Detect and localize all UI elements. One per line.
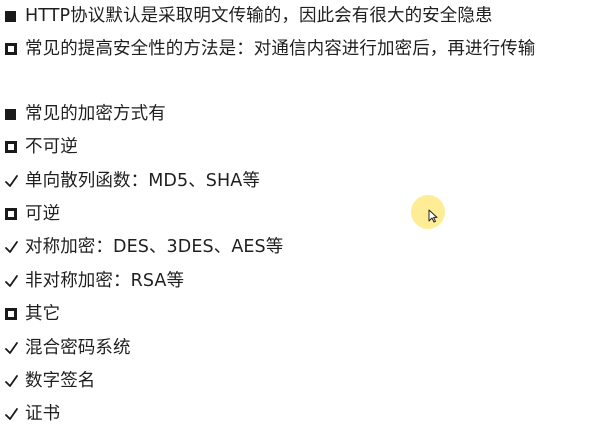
bullet-line-hybrid: 混合密码系统	[4, 335, 131, 361]
bullet-line-other: 其它	[4, 301, 60, 327]
line-text: HTTP协议默认是采取明文传输的，因此会有很大的安全隐患	[25, 6, 493, 26]
checkmark-icon	[4, 273, 19, 289]
bullet-line-certificate: 证书	[4, 401, 60, 427]
hollow-square-bullet-icon	[5, 308, 17, 320]
line-text: 不可逆	[25, 137, 78, 157]
bullet-line-improve-security: 常见的提高安全性的方法是：对通信内容进行加密后，再进行传输	[4, 36, 535, 62]
checkmark-icon	[4, 340, 19, 356]
line-text: 数字签名	[25, 371, 96, 391]
bullet-line-asymmetric: 非对称加密：RSA等	[4, 268, 184, 294]
line-text: 其它	[25, 304, 61, 324]
line-text: 常见的提高安全性的方法是：对通信内容进行加密后，再进行传输	[25, 39, 536, 59]
line-text: 混合密码系统	[25, 338, 131, 358]
bullet-line-hash-functions: 单向散列函数：MD5、SHA等	[4, 168, 260, 194]
line-text: 证书	[25, 404, 61, 424]
hollow-square-bullet-icon	[5, 43, 17, 55]
checkmark-icon	[4, 173, 19, 189]
bullet-line-reversible: 可逆	[4, 201, 60, 227]
bullet-line-irreversible: 不可逆	[4, 134, 78, 160]
hollow-square-bullet-icon	[5, 141, 17, 153]
bullet-line-http-plaintext: HTTP协议默认是采取明文传输的，因此会有很大的安全隐患	[4, 3, 493, 29]
checkmark-icon	[4, 239, 19, 255]
line-text: 可逆	[25, 204, 61, 224]
checkmark-icon	[4, 373, 19, 389]
checkmark-icon	[4, 406, 19, 422]
line-text: 非对称加密：RSA等	[25, 271, 185, 291]
slide-canvas: HTTP协议默认是采取明文传输的，因此会有很大的安全隐患 常见的提高安全性的方法…	[0, 0, 603, 431]
filled-square-bullet-icon	[5, 10, 16, 22]
bullet-line-digital-signature: 数字签名	[4, 368, 95, 394]
filled-square-bullet-icon	[5, 108, 16, 120]
hollow-square-bullet-icon	[5, 208, 17, 220]
line-text: 单向散列函数：MD5、SHA等	[25, 171, 260, 191]
bullet-line-symmetric: 对称加密：DES、3DES、AES等	[4, 234, 283, 260]
line-text: 对称加密：DES、3DES、AES等	[25, 237, 284, 257]
line-text: 常见的加密方式有	[25, 104, 166, 124]
mouse-pointer-icon	[428, 208, 438, 223]
bullet-line-encryption-methods: 常见的加密方式有	[4, 101, 166, 127]
